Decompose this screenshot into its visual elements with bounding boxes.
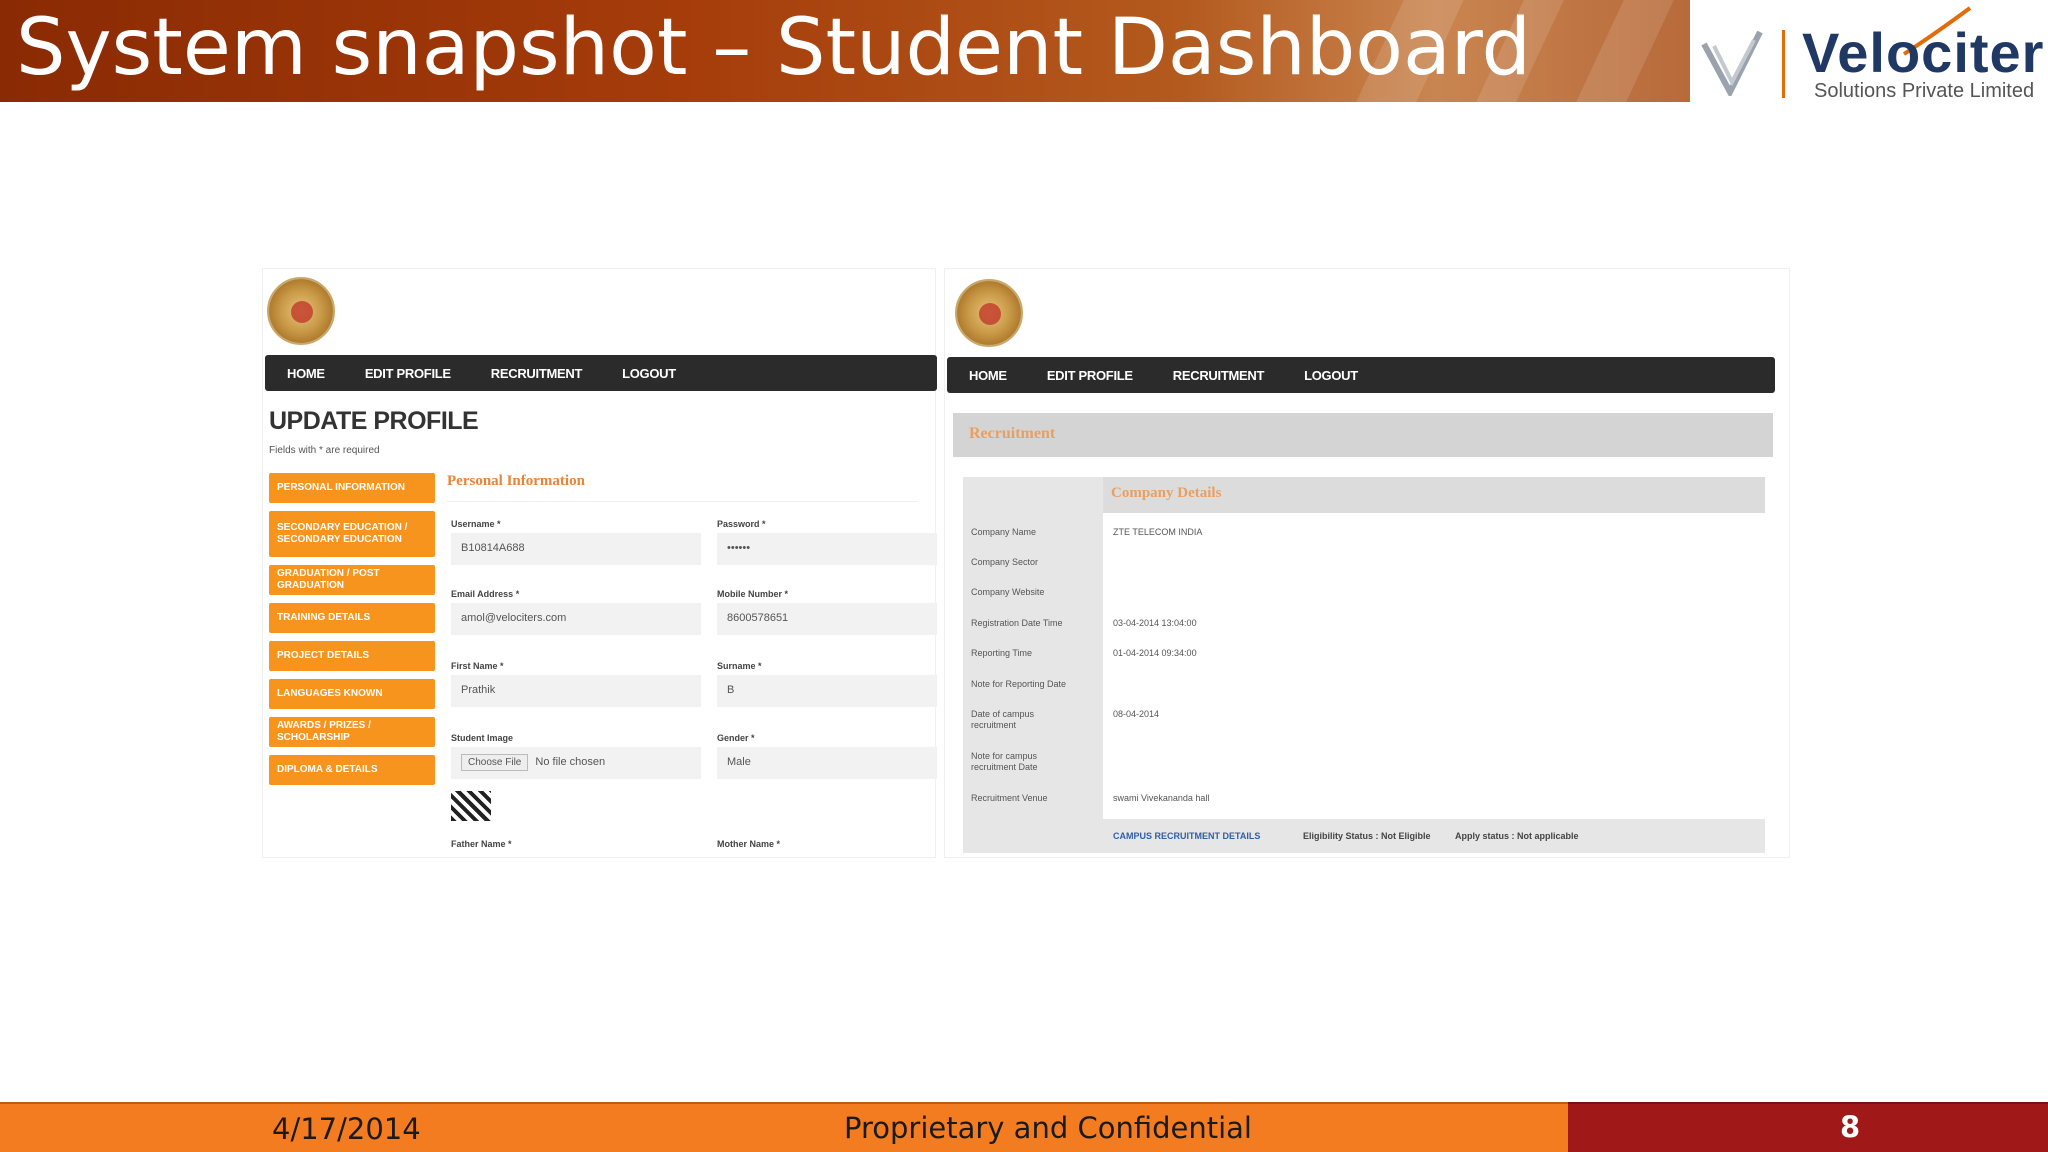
title-banner: System snapshot – Student Dashboard <box>0 0 1690 102</box>
nav-recruitment[interactable]: RECRUITMENT <box>1173 368 1265 383</box>
sidebar-item-personal[interactable]: PERSONAL INFORMATION <box>269 473 435 503</box>
surname-field[interactable]: B <box>717 675 937 707</box>
father-name-label: Father Name * <box>451 839 512 849</box>
company-details-header: Company Details <box>1103 477 1765 513</box>
mother-name-label: Mother Name * <box>717 839 781 849</box>
username-label: Username * <box>451 519 501 529</box>
nav-logout[interactable]: LOGOUT <box>1304 368 1358 383</box>
email-field[interactable]: amol@velociters.com <box>451 603 701 635</box>
footer-confidential: Proprietary and Confidential <box>844 1111 1252 1145</box>
slide-title: System snapshot – Student Dashboard <box>16 3 1532 93</box>
sidebar-item-diploma[interactable]: DIPLOMA & DETAILS <box>269 755 435 785</box>
velociter-logo-mark-icon <box>1701 30 1763 96</box>
section-title: Personal Information <box>447 473 585 489</box>
section-divider <box>447 501 917 502</box>
recruitment-banner: Recruitment <box>953 413 1773 457</box>
nav-bar: HOME EDIT PROFILE RECRUITMENT LOGOUT <box>947 357 1775 393</box>
row-label: Registration Date Time <box>971 618 1063 628</box>
choose-file-button[interactable]: Choose File <box>461 754 529 771</box>
recruitment-banner-title: Recruitment <box>969 425 1056 442</box>
company-details-title: Company Details <box>1111 485 1222 501</box>
gender-label: Gender * <box>717 733 755 743</box>
nav-bar: HOME EDIT PROFILE RECRUITMENT LOGOUT <box>265 355 937 391</box>
page-number: 8 <box>1840 1110 1861 1144</box>
mobile-field[interactable]: 8600578651 <box>717 603 937 635</box>
gender-select[interactable]: Male <box>717 747 937 779</box>
sidebar-item-graduation[interactable]: GRADUATION / POST GRADUATION <box>269 565 435 595</box>
surname-label: Surname * <box>717 661 762 671</box>
row-value: 08-04-2014 <box>1113 709 1160 719</box>
row-label: Recruitment Venue <box>971 793 1048 803</box>
footer-orange-band <box>0 1102 1568 1152</box>
sidebar-item-secondary-education[interactable]: SECONDARY EDUCATION / SECONDARY EDUCATIO… <box>269 511 435 557</box>
page-title: UPDATE PROFILE <box>269 407 479 435</box>
student-image-label: Student Image <box>451 733 514 743</box>
company-logo: Velociter Solutions Private Limited <box>1690 0 2048 102</box>
row-label: Note for campus recruitment Date <box>971 751 1038 772</box>
university-emblem-icon <box>955 279 1023 347</box>
required-note: Fields with * are required <box>269 445 380 456</box>
row-value: 03-04-2014 13:04:00 <box>1113 618 1197 628</box>
row-value: ZTE TELECOM INDIA <box>1113 527 1203 537</box>
logo-subtitle: Solutions Private Limited <box>1814 80 2035 102</box>
profile-sidebar: PERSONAL INFORMATION SECONDARY EDUCATION… <box>269 473 435 793</box>
footer-date: 4/17/2014 <box>272 1112 421 1146</box>
footer-red-band <box>1568 1102 2048 1152</box>
nav-home[interactable]: HOME <box>287 366 325 381</box>
university-emblem-icon <box>267 277 335 345</box>
password-label: Password * <box>717 519 766 529</box>
sidebar-item-training[interactable]: TRAINING DETAILS <box>269 603 435 633</box>
mobile-label: Mobile Number * <box>717 589 789 599</box>
sidebar-item-awards[interactable]: AWARDS / PRIZES / SCHOLARSHIP <box>269 717 435 747</box>
row-value: swami Vivekananda hall <box>1113 793 1210 803</box>
file-status: No file chosen <box>535 756 606 768</box>
nav-edit-profile[interactable]: EDIT PROFILE <box>1047 368 1133 383</box>
password-field[interactable]: •••••• <box>717 533 937 565</box>
email-label: Email Address * <box>451 589 520 599</box>
student-photo-thumbnail <box>451 791 491 821</box>
nav-logout[interactable]: LOGOUT <box>622 366 676 381</box>
username-field[interactable]: B10814A688 <box>451 533 701 565</box>
eligibility-status: Eligibility Status : Not Eligible <box>1303 831 1431 841</box>
apply-status: Apply status : Not applicable <box>1455 831 1579 841</box>
row-label: Note for Reporting Date <box>971 679 1067 689</box>
campus-recruitment-details-link[interactable]: CAMPUS RECRUITMENT DETAILS <box>1113 831 1260 841</box>
row-label: Company Name <box>971 527 1037 537</box>
row-label: Company Sector <box>971 557 1039 567</box>
logo-name: Velociter <box>1802 21 2045 84</box>
update-profile-screenshot: HOME EDIT PROFILE RECRUITMENT LOGOUT UPD… <box>262 268 937 858</box>
slide-footer: 4/17/2014 Proprietary and Confidential 8 <box>0 1102 2048 1152</box>
recruitment-screenshot: HOME EDIT PROFILE RECRUITMENT LOGOUT Rec… <box>944 268 1790 858</box>
nav-recruitment[interactable]: RECRUITMENT <box>491 366 583 381</box>
sidebar-item-languages[interactable]: LANGUAGES KNOWN <box>269 679 435 709</box>
company-details-panel: Company Details Company Name ZTE TELECOM… <box>963 477 1765 853</box>
student-image-field: Choose File No file chosen <box>451 747 701 779</box>
row-value: 01-04-2014 09:34:00 <box>1113 648 1197 658</box>
row-label: Date of campus recruitment <box>971 709 1035 730</box>
first-name-label: First Name * <box>451 661 504 671</box>
row-label: Company Website <box>971 587 1045 597</box>
logo-divider <box>1782 30 1785 98</box>
first-name-field[interactable]: Prathik <box>451 675 701 707</box>
nav-edit-profile[interactable]: EDIT PROFILE <box>365 366 451 381</box>
banner-decoration <box>1576 0 1674 102</box>
sidebar-item-projects[interactable]: PROJECT DETAILS <box>269 641 435 671</box>
nav-home[interactable]: HOME <box>969 368 1007 383</box>
company-details-values-area <box>1103 513 1765 819</box>
row-label: Reporting Time <box>971 648 1033 658</box>
